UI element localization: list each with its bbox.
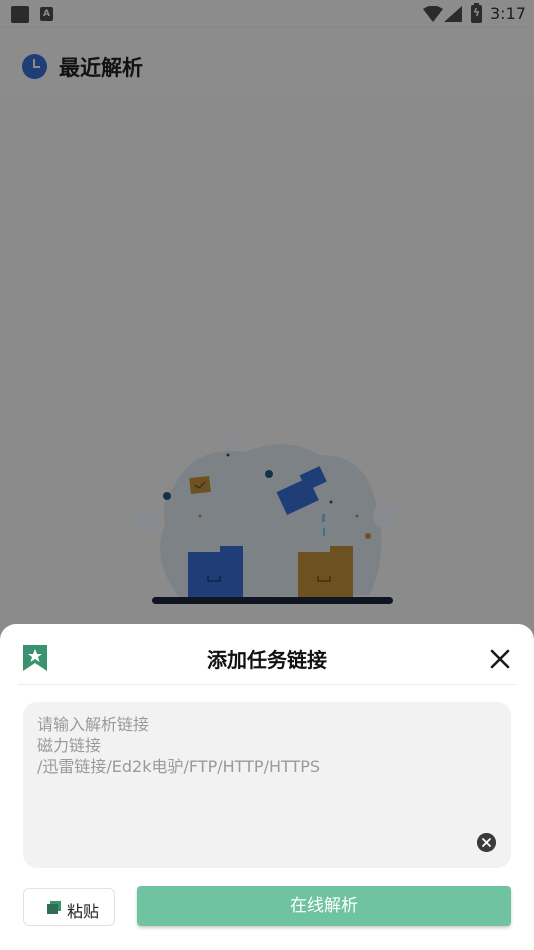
notification-a-icon: A: [40, 7, 53, 21]
app-bar: 最近解析: [0, 28, 534, 94]
notification-square-icon: [11, 6, 29, 23]
close-button[interactable]: [486, 645, 514, 673]
page-title: 最近解析: [59, 56, 143, 80]
online-parse-button[interactable]: 在线解析: [137, 886, 511, 926]
battery-icon: [471, 3, 482, 23]
status-time: 3:17: [490, 4, 526, 23]
divider: [18, 684, 516, 685]
paste-button[interactable]: 粘贴: [23, 888, 115, 926]
link-input[interactable]: [23, 702, 511, 868]
paste-icon: [47, 901, 61, 914]
link-input-box: [23, 702, 511, 868]
wifi-icon: [423, 6, 443, 22]
empty-state-illustration: [136, 439, 397, 604]
paste-label: 粘贴: [67, 902, 100, 921]
status-bar: A 3:17: [0, 0, 534, 28]
cell-signal-icon: [444, 6, 462, 22]
sheet-title: 添加任务链接: [207, 648, 327, 672]
clear-input-button[interactable]: [477, 833, 496, 852]
online-parse-label: 在线解析: [290, 896, 358, 916]
clock-icon: [22, 54, 47, 79]
